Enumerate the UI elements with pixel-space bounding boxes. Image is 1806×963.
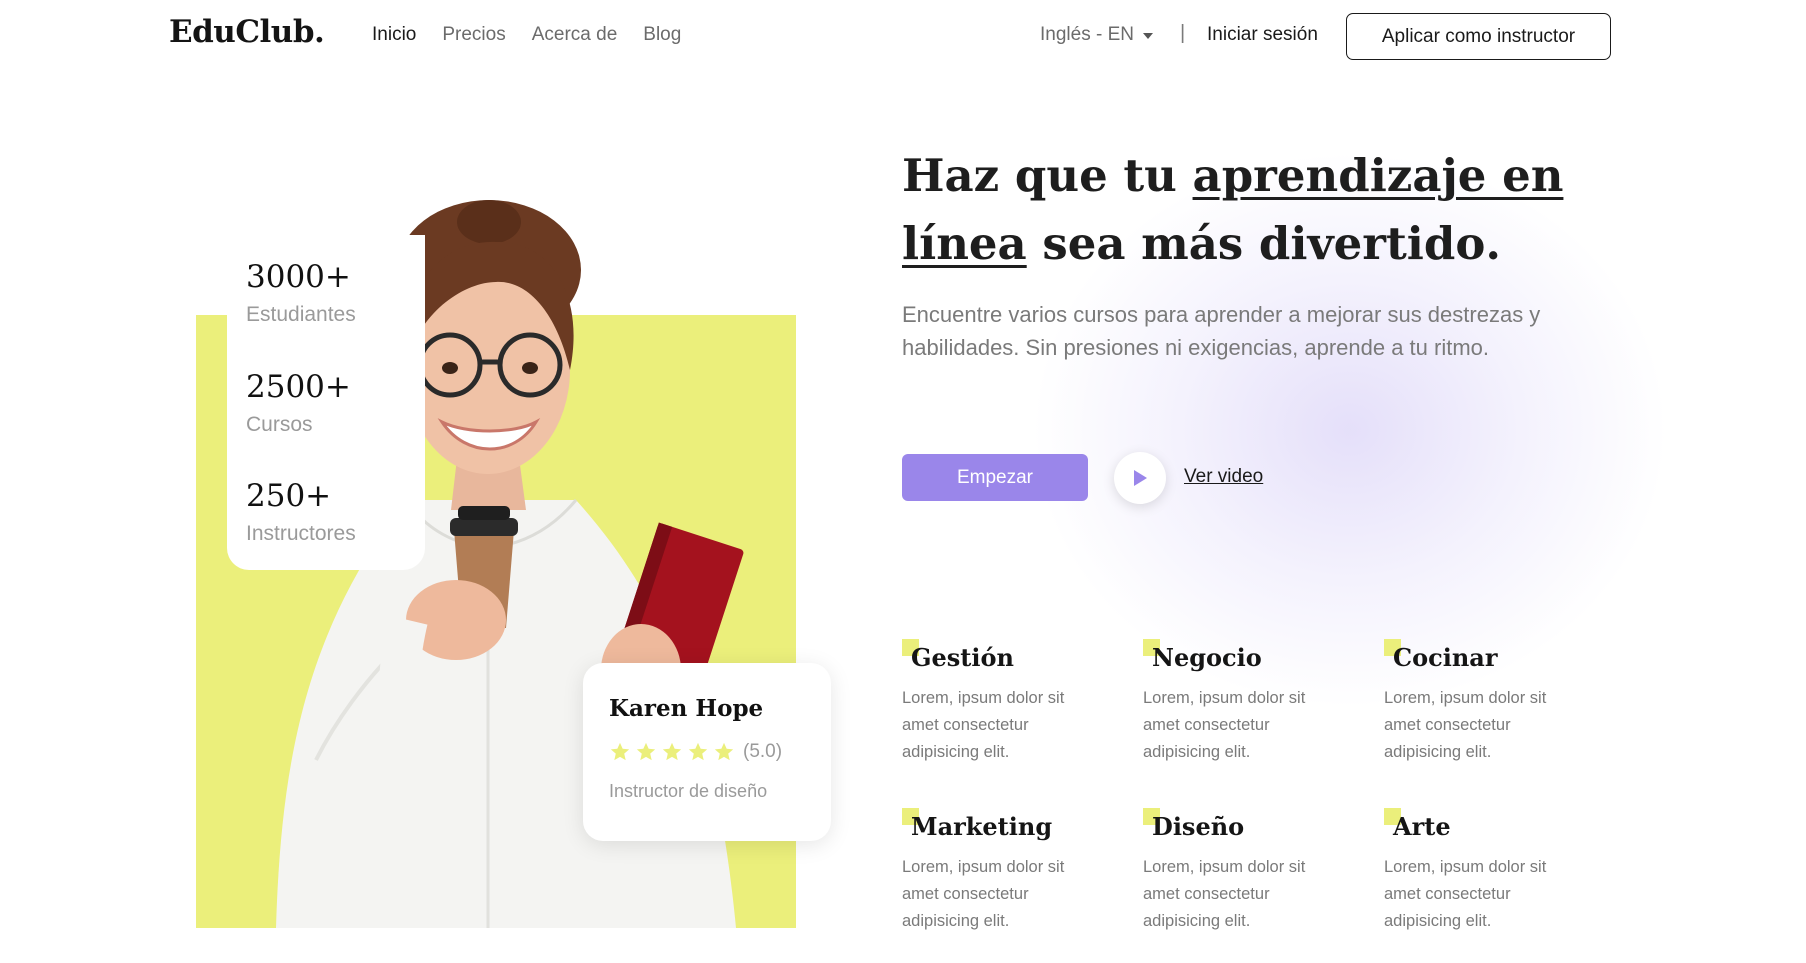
stat-students: 3000+ Estudiantes (246, 259, 356, 327)
start-button[interactable]: Empezar (902, 454, 1088, 501)
category-description: Lorem, ipsum dolor sit amet consectetur … (1384, 689, 1547, 761)
nav-link-inicio[interactable]: Inicio (372, 24, 416, 46)
navbar: EduClub. Inicio Precios Acerca de Blog I… (0, 0, 1806, 72)
category-description: Lorem, ipsum dolor sit amet consectetur … (1143, 858, 1306, 930)
logo[interactable]: EduClub. (169, 14, 325, 50)
headline-period: . (1485, 217, 1502, 270)
category-description: Lorem, ipsum dolor sit amet consectetur … (1384, 858, 1547, 930)
category-title: Gestión (911, 643, 1014, 672)
language-selector[interactable]: Inglés - EN (1040, 24, 1153, 46)
stat-courses: 2500+ Cursos (246, 369, 351, 437)
category-description: Lorem, ipsum dolor sit amet consectetur … (1143, 689, 1306, 761)
stats-card: 3000+ Estudiantes 2500+ Cursos 250+ Inst… (227, 235, 425, 570)
star-icon (636, 742, 656, 761)
headline-text: Haz que tu (902, 149, 1193, 202)
category-description: Lorem, ipsum dolor sit amet consectetur … (902, 689, 1065, 761)
star-icon (688, 742, 708, 761)
stat-value: 250+ (246, 478, 332, 514)
instructor-role: Instructor de diseño (609, 781, 768, 801)
rating-value: (5.0) (743, 741, 783, 762)
hero-headline: Haz que tu aprendizaje en línea sea más d… (902, 142, 1622, 278)
category-description: Lorem, ipsum dolor sit amet consectetur … (902, 858, 1065, 930)
stat-label: Instructores (246, 522, 356, 545)
nav-link-blog[interactable]: Blog (643, 24, 681, 46)
category-title: Arte (1393, 812, 1451, 841)
nav-separator: | (1180, 22, 1186, 44)
stat-instructors: 250+ Instructores (246, 478, 356, 546)
play-icon (1134, 470, 1147, 486)
landing-page: EduClub. Inicio Precios Acerca de Blog I… (0, 0, 1806, 963)
category-title: Marketing (911, 812, 1053, 841)
star-icon (610, 742, 630, 761)
language-label: Inglés - EN (1040, 24, 1134, 45)
stat-label: Cursos (246, 413, 313, 436)
stat-value: 3000+ (246, 259, 351, 295)
headline-text: sea más divertido (1026, 217, 1486, 270)
instructor-rating: (5.0) (609, 741, 782, 763)
stat-value: 2500+ (246, 369, 351, 405)
apply-instructor-button[interactable]: Aplicar como instructor (1346, 13, 1611, 60)
headline-highlight: línea (902, 217, 1027, 270)
instructor-card: Karen Hope (5.0) Instructor de diseño (583, 663, 831, 841)
hero-subtitle: Encuentre varios cursos para aprender a … (902, 302, 1541, 360)
category-title: Negocio (1152, 643, 1262, 672)
nav-link-precios[interactable]: Precios (442, 24, 505, 46)
watch-video-link[interactable]: Ver video (1184, 466, 1263, 488)
play-video-button[interactable] (1114, 452, 1166, 504)
nav-link-acerca-de[interactable]: Acerca de (532, 24, 618, 46)
star-icon (662, 742, 682, 761)
stat-label: Estudiantes (246, 303, 356, 326)
login-link[interactable]: Iniciar sesión (1207, 24, 1318, 46)
category-title: Diseño (1152, 812, 1245, 841)
caret-down-icon (1142, 33, 1153, 39)
category-title: Cocinar (1393, 643, 1498, 672)
star-icon (714, 742, 734, 761)
nav-links: Inicio Precios Acerca de Blog (372, 24, 707, 46)
headline-highlight: aprendizaje en (1192, 149, 1564, 202)
instructor-name: Karen Hope (609, 695, 764, 722)
